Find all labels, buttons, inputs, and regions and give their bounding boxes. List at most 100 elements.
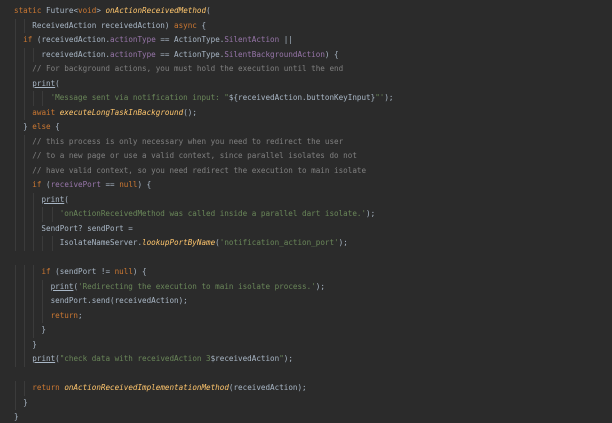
code-line[interactable]: // to a new page or use a valid context,… bbox=[0, 149, 612, 164]
indent-guide bbox=[15, 105, 16, 120]
code-line[interactable]: receivedAction.actionType == ActionType.… bbox=[0, 47, 612, 62]
code-line[interactable] bbox=[0, 367, 612, 382]
code-token: ); bbox=[384, 93, 394, 102]
code-token: (receivedAction. bbox=[32, 35, 111, 44]
indent-guide bbox=[24, 381, 26, 396]
code-line[interactable]: print('Redirecting the execution to main… bbox=[0, 279, 612, 294]
code-line[interactable]: SendPort? sendPort = bbox=[0, 221, 612, 236]
code-token: ); bbox=[283, 354, 293, 363]
code-line[interactable]: // For background actions, you must hold… bbox=[0, 62, 612, 77]
code-line[interactable]: static Future<void> onActionReceivedMeth… bbox=[0, 4, 612, 19]
code-token: onActionReceivedMethod bbox=[105, 6, 207, 15]
code-token: 'Redirecting the execution to main isola… bbox=[78, 281, 316, 291]
code-token: static bbox=[14, 6, 47, 15]
indent-guide bbox=[33, 192, 35, 207]
indent-guide bbox=[24, 294, 26, 309]
code-line[interactable]: return; bbox=[0, 308, 612, 323]
code-token: { bbox=[50, 122, 60, 131]
code-line[interactable]: IsolateNameServer.lookupPortByName('noti… bbox=[0, 236, 612, 251]
indent-guide bbox=[42, 91, 44, 106]
code-line[interactable]: await executeLongTaskInBackground(); bbox=[0, 105, 612, 120]
code-token: || bbox=[279, 35, 293, 44]
indent-guide bbox=[24, 134, 26, 149]
code-line[interactable]: print( bbox=[0, 192, 612, 207]
code-token: else bbox=[32, 122, 51, 131]
code-line[interactable]: if (receivedAction.actionType == ActionT… bbox=[0, 33, 612, 48]
code-token: ( bbox=[41, 180, 51, 189]
indent-guide bbox=[33, 323, 35, 338]
code-area[interactable]: static Future<void> onActionReceivedMeth… bbox=[0, 4, 612, 423]
code-line[interactable] bbox=[0, 251, 612, 266]
code-token: (receivedAction); bbox=[228, 383, 307, 392]
code-token: lookupPortByName bbox=[142, 238, 216, 247]
indent-guide bbox=[24, 105, 26, 120]
code-token: Future< bbox=[46, 6, 79, 15]
indent-guide bbox=[24, 265, 26, 280]
code-line[interactable]: } else { bbox=[0, 120, 612, 135]
code-line[interactable]: } bbox=[0, 323, 612, 338]
code-token: print bbox=[50, 281, 74, 291]
code-token: async bbox=[174, 20, 197, 30]
code-token: ( bbox=[55, 78, 60, 88]
code-line[interactable]: // have valid context, so you need redir… bbox=[0, 163, 612, 178]
code-line[interactable]: } bbox=[0, 410, 612, 423]
code-token: ; bbox=[78, 310, 83, 320]
code-token: actionType bbox=[110, 35, 156, 44]
code-token: await bbox=[32, 107, 60, 117]
code-line[interactable]: } bbox=[0, 395, 612, 410]
code-line[interactable]: if (sendPort != null) { bbox=[0, 265, 612, 280]
code-token: } bbox=[14, 397, 28, 407]
indent-guide bbox=[15, 207, 16, 222]
indent-guide bbox=[15, 149, 16, 164]
code-token: receivedAction. bbox=[14, 49, 111, 59]
code-token: == ActionType. bbox=[155, 49, 225, 59]
code-token: 'Message sent via notification input: " bbox=[50, 93, 229, 102]
code-token: ); bbox=[366, 209, 376, 218]
code-token: ) { bbox=[132, 267, 147, 276]
indent-guide bbox=[24, 352, 26, 367]
code-line[interactable]: print( bbox=[0, 76, 612, 91]
indent-guide bbox=[15, 76, 16, 91]
code-line[interactable]: } bbox=[0, 337, 612, 352]
code-line[interactable]: 'onActionReceivedMethod was called insid… bbox=[0, 207, 612, 222]
code-line[interactable]: ReceivedAction receivedAction) async { bbox=[0, 18, 612, 33]
code-line[interactable]: print("check data with receivedAction 3$… bbox=[0, 352, 612, 367]
code-token: "' bbox=[375, 93, 385, 102]
indent-guide bbox=[33, 207, 35, 222]
indent-guide bbox=[24, 62, 26, 77]
indent-guide bbox=[15, 265, 16, 280]
code-line[interactable]: sendPort.send(receivedAction); bbox=[0, 294, 612, 309]
code-token: ( bbox=[64, 194, 69, 204]
indent-guide bbox=[15, 91, 16, 106]
code-token: 'onActionReceivedMethod was called insid… bbox=[59, 209, 367, 218]
indent-guide bbox=[33, 221, 35, 236]
code-token: ) { bbox=[137, 180, 152, 189]
indent-guide bbox=[24, 149, 26, 164]
code-line[interactable]: // this process is only necessary when y… bbox=[0, 134, 612, 149]
indent-guide bbox=[42, 207, 44, 222]
code-token: ); bbox=[315, 281, 325, 291]
code-line[interactable]: if (receivePort == null) { bbox=[0, 178, 612, 193]
indent-guide bbox=[24, 18, 26, 33]
indent-guide bbox=[15, 47, 16, 62]
code-token: SilentBackgroundAction bbox=[224, 49, 325, 59]
indent-guide bbox=[33, 47, 35, 62]
code-token: "check data with receivedAction 3 bbox=[59, 354, 211, 363]
indent-guide bbox=[33, 279, 35, 294]
code-line[interactable]: return onActionReceivedImplementationMet… bbox=[0, 381, 612, 396]
code-editor[interactable]: static Future<void> onActionReceivedMeth… bbox=[0, 0, 612, 423]
indent-guide bbox=[33, 236, 35, 251]
indent-guide bbox=[42, 279, 44, 294]
indent-guide bbox=[15, 221, 16, 236]
code-line[interactable]: 'Message sent via notification input: "$… bbox=[0, 91, 612, 106]
indent-guide bbox=[15, 18, 16, 33]
indent-guide bbox=[33, 308, 35, 323]
code-token: { bbox=[196, 20, 207, 30]
indent-guide bbox=[51, 236, 53, 251]
